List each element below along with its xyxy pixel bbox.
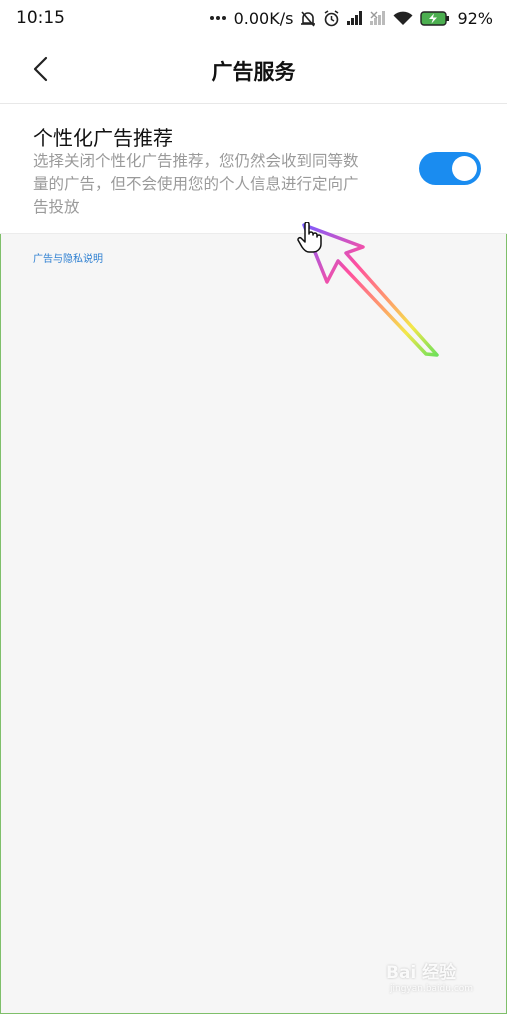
battery-percent: 92% bbox=[457, 8, 493, 28]
signal-icon bbox=[347, 11, 363, 25]
signal-no-sim-icon bbox=[370, 11, 386, 25]
personalized-ads-toggle[interactable] bbox=[419, 152, 481, 185]
status-icons: 0.00K/s 92% bbox=[209, 9, 493, 28]
watermark-logo: Bai 经验 bbox=[386, 963, 457, 983]
watermark-url: jingyan.baidu.com bbox=[390, 984, 474, 994]
status-time: 10:15 bbox=[16, 8, 65, 28]
setting-title: 个性化广告推荐 bbox=[33, 126, 173, 150]
watermark: Bai 经验 jingyan.baidu.com bbox=[386, 958, 496, 1002]
network-speed: 0.00K/s bbox=[233, 8, 294, 28]
notification-off-icon bbox=[300, 10, 316, 27]
more-dots-icon bbox=[209, 15, 227, 21]
hand-cursor-icon bbox=[297, 222, 322, 253]
header: 广告服务 bbox=[0, 36, 507, 104]
privacy-link[interactable]: 广告与隐私说明 bbox=[33, 250, 103, 265]
status-bar: 10:15 0.00K/s 92% bbox=[0, 0, 507, 36]
setting-description: 选择关闭个性化广告推荐，您仍然会收到同等数量的广告，但不会使用您的个人信息进行定… bbox=[33, 152, 359, 216]
alarm-clock-icon bbox=[323, 9, 340, 27]
page-title: 广告服务 bbox=[211, 60, 296, 84]
wifi-icon bbox=[393, 11, 413, 26]
battery-charging-icon bbox=[420, 10, 450, 26]
toggle-knob bbox=[452, 156, 477, 181]
